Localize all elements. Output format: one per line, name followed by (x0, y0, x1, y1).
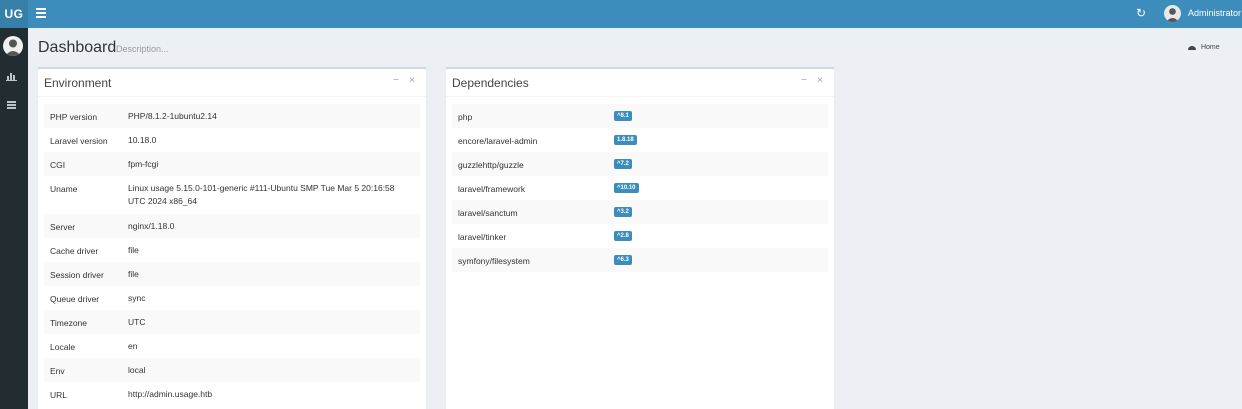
dependency-row: encore/laravel-admin 1.8.18 (452, 128, 828, 152)
env-value: fpm-fcgi (128, 159, 159, 169)
close-icon[interactable]: × (815, 76, 825, 86)
env-key: Laravel version (50, 136, 108, 146)
env-row: Env local (44, 358, 420, 382)
env-row: Uname Linux usage 5.15.0-101-generic #11… (44, 176, 420, 214)
dependency-name: symfony/filesystem (458, 256, 530, 266)
env-key: Uname (50, 184, 78, 194)
env-row: Queue driver sync (44, 286, 420, 310)
bar-chart-icon[interactable] (6, 71, 18, 81)
env-value: PHP/8.1.2-1ubuntu2.14 (128, 111, 217, 121)
env-key: Queue driver (50, 294, 100, 304)
user-avatar[interactable] (1164, 5, 1181, 22)
env-key: Session driver (50, 270, 104, 280)
app-logo[interactable]: UG (0, 0, 28, 28)
dependency-name: php (458, 112, 473, 122)
close-icon[interactable]: × (407, 76, 417, 86)
dependency-row: laravel/tinker ^2.8 (452, 224, 828, 248)
version-badge: ^3.2 (614, 207, 632, 217)
env-key: URL (50, 390, 68, 400)
breadcrumb[interactable]: Home (1188, 44, 1220, 51)
minus-icon[interactable]: − (391, 76, 401, 86)
dependency-name: guzzlehttp/guzzle (458, 160, 524, 170)
version-badge: 1.8.18 (614, 135, 637, 145)
env-row: Timezone UTC (44, 310, 420, 334)
dependencies-panel-header: Dependencies − × (446, 69, 834, 97)
dependency-row: php ^8.1 (452, 104, 828, 128)
sidebar-avatar (3, 36, 23, 56)
env-key: Server (50, 222, 76, 232)
env-row: Laravel version 10.18.0 (44, 128, 420, 152)
dependency-name: encore/laravel-admin (458, 136, 538, 146)
dependency-row: laravel/framework ^10.10 (452, 176, 828, 200)
env-key: CGI (50, 160, 66, 170)
env-key: Cache driver (50, 246, 99, 256)
breadcrumb-home[interactable]: Home (1201, 44, 1220, 51)
env-value: UTC (128, 317, 146, 327)
dependency-name: laravel/framework (458, 184, 526, 194)
version-badge: ^10.10 (614, 183, 639, 193)
env-row: CGI fpm-fcgi (44, 152, 420, 176)
env-key: PHP version (50, 112, 98, 122)
sidebar (0, 28, 28, 409)
top-navbar: UG ↻ Administrator (0, 0, 1242, 28)
version-badge: ^8.1 (614, 111, 632, 121)
env-key: Env (50, 366, 65, 376)
dependency-name: laravel/tinker (458, 232, 507, 242)
dependencies-title: Dependencies (452, 76, 529, 90)
env-value: http://admin.usage.htb (128, 389, 213, 399)
env-value: file (128, 269, 139, 279)
minus-icon[interactable]: − (799, 76, 809, 86)
environment-panel: Environment − × PHP version PHP/8.1.2-1u… (38, 67, 426, 409)
env-row: Locale en (44, 334, 420, 358)
env-row: URL http://admin.usage.htb (44, 382, 420, 406)
env-row: PHP version PHP/8.1.2-1ubuntu2.14 (44, 104, 420, 128)
dependency-row: guzzlehttp/guzzle ^7.2 (452, 152, 828, 176)
env-value: local (128, 365, 146, 375)
env-row: Session driver file (44, 262, 420, 286)
list-icon[interactable] (6, 100, 18, 110)
env-value: en (128, 341, 138, 351)
env-row: Server nginx/1.18.0 (44, 214, 420, 238)
env-value: Linux usage 5.15.0-101-generic #111-Ubun… (128, 183, 395, 206)
dependency-row: symfony/filesystem ^6.3 (452, 248, 828, 272)
version-badge: ^6.3 (614, 255, 632, 265)
version-badge: ^7.2 (614, 159, 632, 169)
env-value: nginx/1.18.0 (128, 221, 175, 231)
dependencies-panel: Dependencies − × php ^8.1 encore/laravel… (446, 67, 834, 409)
env-value: 10.18.0 (128, 135, 157, 145)
environment-panel-header: Environment − × (38, 69, 426, 97)
dashboard-icon (1188, 44, 1196, 51)
refresh-icon[interactable]: ↻ (1136, 7, 1148, 19)
page-description: Description... (116, 44, 169, 54)
user-name[interactable]: Administrator (1188, 8, 1241, 18)
version-badge: ^2.8 (614, 231, 632, 241)
environment-title: Environment (44, 76, 112, 90)
env-row: Cache driver file (44, 238, 420, 262)
dependency-name: laravel/sanctum (458, 208, 518, 218)
env-value: file (128, 245, 139, 255)
hamburger-icon[interactable] (36, 8, 46, 18)
page-title: Dashboard (38, 39, 117, 56)
env-key: Timezone (50, 318, 88, 328)
env-key: Locale (50, 342, 76, 352)
dependency-row: laravel/sanctum ^3.2 (452, 200, 828, 224)
env-value: sync (128, 293, 146, 303)
